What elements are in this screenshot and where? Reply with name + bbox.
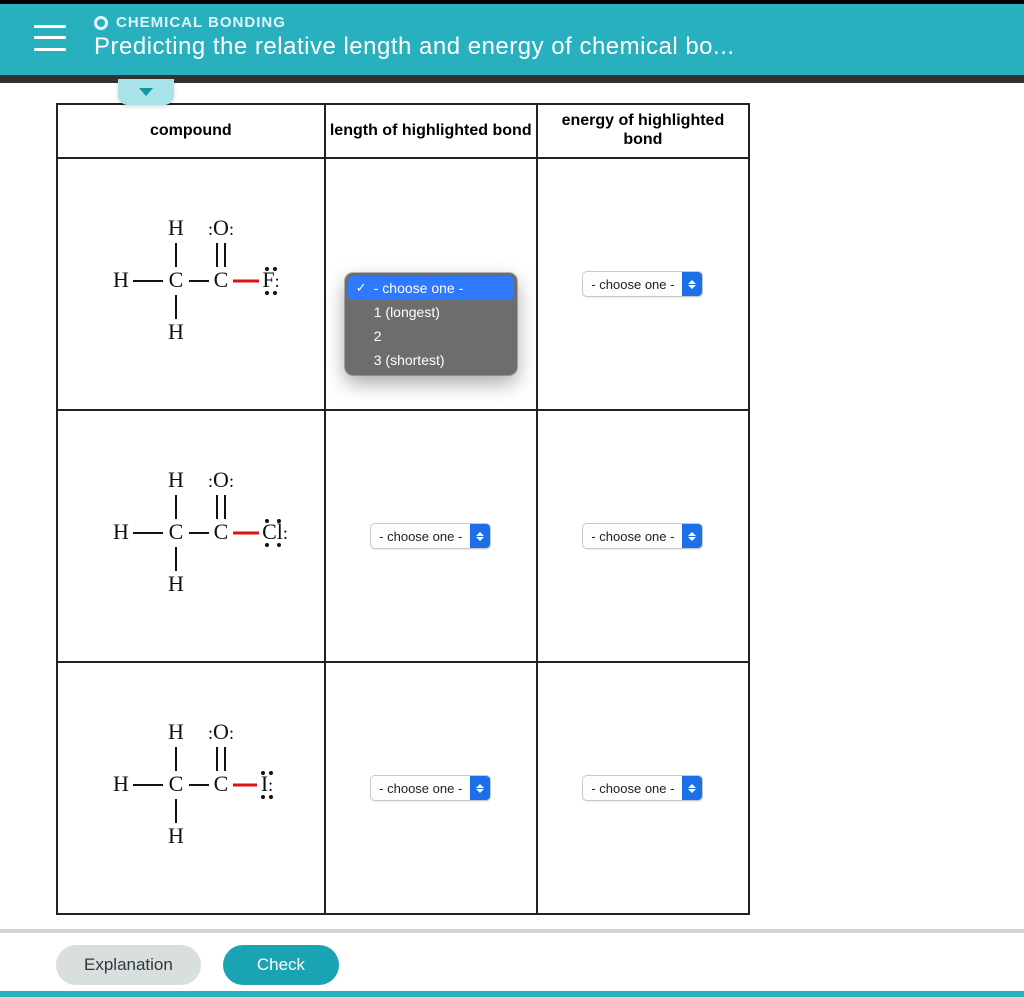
- chevron-updown-icon: [470, 776, 490, 800]
- select-label: - choose one -: [583, 277, 682, 292]
- compound-cell: H :O: H C C: [57, 158, 325, 410]
- question-table: compound length of highlighted bond ener…: [56, 103, 750, 915]
- explanation-button[interactable]: Explanation: [56, 945, 201, 985]
- chevron-updown-icon: [470, 524, 490, 548]
- lewis-structure-i: H :O: H C C I:: [81, 701, 301, 871]
- category-text: CHEMICAL BONDING: [116, 14, 286, 31]
- col-header-compound: compound: [57, 104, 325, 158]
- energy-cell: - choose one -: [537, 158, 749, 410]
- length-select-open[interactable]: - choose one - 1 (longest) 2 3 (shortest…: [345, 273, 517, 375]
- col-header-energy: energy of highlighted bond: [537, 104, 749, 158]
- select-label: - choose one -: [371, 529, 470, 544]
- energy-select[interactable]: - choose one -: [582, 523, 703, 549]
- length-cell: - choose one -: [325, 410, 537, 662]
- select-label: - choose one -: [583, 781, 682, 796]
- select-label: - choose one -: [371, 781, 470, 796]
- chevron-updown-icon: [682, 776, 702, 800]
- energy-select[interactable]: - choose one -: [582, 775, 703, 801]
- compound-cell: H :O: H C C Cl:: [57, 410, 325, 662]
- category-label: CHEMICAL BONDING: [94, 14, 1008, 31]
- page-title: Predicting the relative length and energ…: [94, 33, 1008, 61]
- svg-text:H: H: [168, 571, 184, 596]
- svg-text::O:: :O:: [208, 719, 234, 744]
- compound-cell: H :O: H C C I:: [57, 662, 325, 914]
- table-row: H :O: H C C: [57, 158, 749, 410]
- svg-text:I:: I:: [261, 771, 273, 796]
- svg-text:H: H: [113, 267, 129, 292]
- question-content: compound length of highlighted bond ener…: [0, 83, 1024, 915]
- header-text: CHEMICAL BONDING Predicting the relative…: [94, 14, 1008, 61]
- footer-accent: [0, 991, 1024, 997]
- svg-text:H: H: [168, 467, 184, 492]
- svg-text:H: H: [168, 823, 184, 848]
- svg-text:Cl:: Cl:: [262, 519, 288, 544]
- lewis-structure-cl: H :O: H C C Cl:: [81, 449, 301, 619]
- table-row: H :O: H C C Cl:: [57, 410, 749, 662]
- check-button[interactable]: Check: [223, 945, 339, 985]
- svg-text:C: C: [168, 267, 183, 292]
- svg-text:H: H: [113, 771, 129, 796]
- svg-text:H: H: [113, 519, 129, 544]
- svg-text:C: C: [213, 267, 228, 292]
- dropdown-option[interactable]: 2: [348, 324, 514, 348]
- menu-icon[interactable]: [34, 25, 66, 51]
- select-label: - choose one -: [583, 529, 682, 544]
- svg-text:H: H: [168, 319, 184, 344]
- svg-text::O:: :O:: [208, 467, 234, 492]
- app-header: CHEMICAL BONDING Predicting the relative…: [0, 4, 1024, 75]
- length-cell: - choose one -: [325, 662, 537, 914]
- svg-text:H: H: [168, 215, 184, 240]
- svg-text:F:: F:: [262, 267, 279, 292]
- table-row: H :O: H C C I:: [57, 662, 749, 914]
- svg-text:C: C: [213, 519, 228, 544]
- length-cell: - choose one - 1 (longest) 2 3 (shortest…: [325, 158, 537, 410]
- category-bullet-icon: [94, 16, 108, 30]
- length-select[interactable]: - choose one -: [370, 523, 491, 549]
- svg-text:C: C: [213, 771, 228, 796]
- footer: Explanation Check: [0, 929, 1024, 997]
- dropdown-option[interactable]: 1 (longest): [348, 300, 514, 324]
- chevron-updown-icon: [682, 524, 702, 548]
- dropdown-option[interactable]: - choose one -: [348, 276, 514, 300]
- svg-text:H: H: [168, 719, 184, 744]
- svg-text::O:: :O:: [208, 215, 234, 240]
- col-header-length: length of highlighted bond: [325, 104, 537, 158]
- energy-cell: - choose one -: [537, 410, 749, 662]
- lewis-structure-f: H :O: H C C: [81, 197, 301, 367]
- chevron-updown-icon: [682, 272, 702, 296]
- dropdown-option[interactable]: 3 (shortest): [348, 348, 514, 372]
- svg-text:C: C: [168, 771, 183, 796]
- energy-select[interactable]: - choose one -: [582, 271, 703, 297]
- hint-tab[interactable]: [118, 79, 174, 105]
- length-select[interactable]: - choose one -: [370, 775, 491, 801]
- energy-cell: - choose one -: [537, 662, 749, 914]
- svg-text:C: C: [168, 519, 183, 544]
